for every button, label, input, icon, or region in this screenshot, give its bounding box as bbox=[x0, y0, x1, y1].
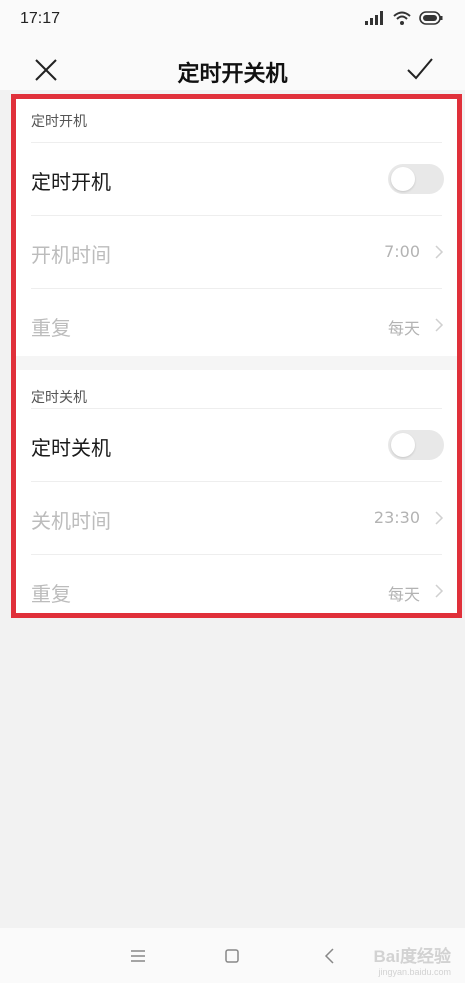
toggle-knob bbox=[391, 167, 415, 191]
toggle-knob bbox=[391, 433, 415, 457]
battery-icon bbox=[419, 11, 443, 25]
watermark-site: jingyan.baidu.com bbox=[378, 967, 451, 977]
watermark: Bai度经验 jingyan.baidu.com bbox=[374, 942, 451, 977]
section-header-power-on: 定时开机 bbox=[11, 94, 462, 142]
top-bar: 17:17 定时开关机 bbox=[0, 0, 465, 90]
wifi-icon bbox=[393, 11, 411, 25]
row-power-on-repeat[interactable]: 重复 每天 bbox=[11, 289, 462, 361]
back-icon[interactable] bbox=[316, 942, 344, 970]
status-icons bbox=[365, 11, 443, 25]
row-label: 定时开机 bbox=[31, 170, 111, 194]
status-time: 17:17 bbox=[20, 10, 61, 27]
row-label: 定时关机 bbox=[31, 436, 111, 460]
settings-panel: 定时开机 定时开机 开机时间 7:00 重复 每天 定时关机 定时关机 关机时间… bbox=[11, 94, 462, 618]
check-icon[interactable] bbox=[405, 54, 435, 84]
chevron-right-icon bbox=[435, 511, 444, 525]
row-label: 重复 bbox=[31, 316, 71, 340]
watermark-brand: Bai度经验 bbox=[373, 947, 451, 966]
section-gap bbox=[11, 356, 462, 370]
row-power-off-time[interactable]: 关机时间 23:30 bbox=[11, 482, 462, 554]
chevron-right-icon bbox=[435, 318, 444, 332]
page-title: 定时开关机 bbox=[177, 62, 288, 87]
section-label: 定时开机 bbox=[31, 114, 87, 130]
row-power-on-toggle[interactable]: 定时开机 bbox=[11, 143, 462, 215]
section-label: 定时关机 bbox=[31, 390, 87, 406]
row-label: 开机时间 bbox=[31, 243, 111, 267]
power-on-toggle[interactable] bbox=[388, 164, 444, 194]
row-power-on-time[interactable]: 开机时间 7:00 bbox=[11, 216, 462, 288]
title-bar: 定时开关机 bbox=[0, 48, 465, 92]
navigation-bar: Bai度经验 jingyan.baidu.com bbox=[0, 928, 465, 983]
menu-icon[interactable] bbox=[124, 942, 152, 970]
power-off-repeat-value: 每天 bbox=[387, 585, 420, 604]
home-icon[interactable] bbox=[218, 942, 246, 970]
power-on-repeat-value: 每天 bbox=[387, 319, 420, 338]
power-off-time-value: 23:30 bbox=[373, 508, 420, 527]
power-on-time-value: 7:00 bbox=[384, 242, 420, 261]
signal-icon bbox=[365, 11, 383, 25]
chevron-right-icon bbox=[435, 584, 444, 598]
chevron-right-icon bbox=[435, 245, 444, 259]
row-label: 关机时间 bbox=[31, 509, 111, 533]
row-label: 重复 bbox=[31, 582, 71, 606]
status-bar: 17:17 bbox=[0, 0, 465, 38]
row-power-off-repeat[interactable]: 重复 每天 bbox=[11, 555, 462, 618]
power-off-toggle[interactable] bbox=[388, 430, 444, 460]
row-power-off-toggle[interactable]: 定时关机 bbox=[11, 409, 462, 481]
